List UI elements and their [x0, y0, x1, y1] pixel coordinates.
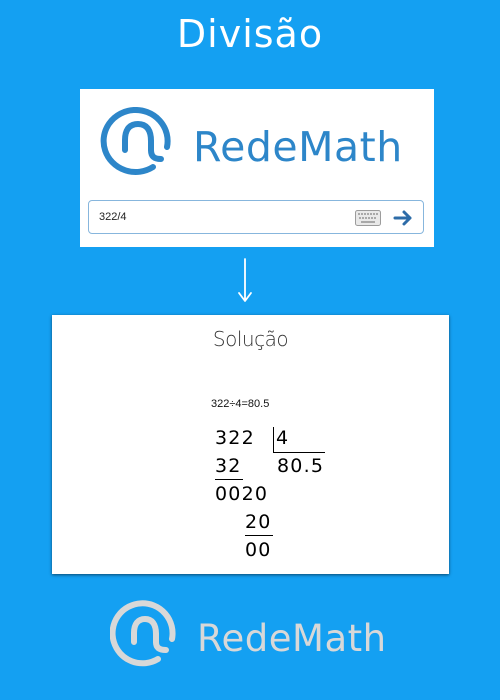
redemath-logo-icon — [100, 107, 171, 175]
division-bracket-horizontal — [273, 452, 325, 453]
dividend: 322 — [215, 427, 255, 449]
solution-title: Solução — [212, 327, 289, 351]
division-bracket-vertical — [273, 427, 274, 453]
quotient: 80.5 — [277, 455, 325, 477]
search-card: RedeMath — [80, 89, 434, 247]
search-input[interactable] — [99, 208, 339, 226]
page-title: Divisão — [176, 12, 324, 56]
step2-remainder: 00 — [245, 539, 272, 561]
step1-rule — [215, 479, 243, 480]
divisor: 4 — [276, 427, 290, 449]
equation-text: 322÷4=80.5 — [211, 398, 270, 410]
arrow-down-icon — [238, 258, 252, 302]
search-box[interactable] — [88, 200, 424, 234]
step1-subtrahend: 32 — [215, 455, 242, 477]
solution-card: Solução 322÷4=80.5 322 4 32 80.5 0020 20… — [52, 315, 449, 574]
arrow-right-icon[interactable] — [393, 208, 413, 228]
footer-logo-icon — [110, 600, 176, 667]
footer-brand-name: RedeMath — [197, 617, 387, 660]
step2-subtrahend: 20 — [245, 511, 272, 533]
step1-remainder: 0020 — [215, 483, 269, 505]
step2-rule — [245, 535, 273, 536]
keyboard-icon[interactable] — [355, 210, 381, 226]
brand-name: RedeMath — [193, 123, 403, 171]
